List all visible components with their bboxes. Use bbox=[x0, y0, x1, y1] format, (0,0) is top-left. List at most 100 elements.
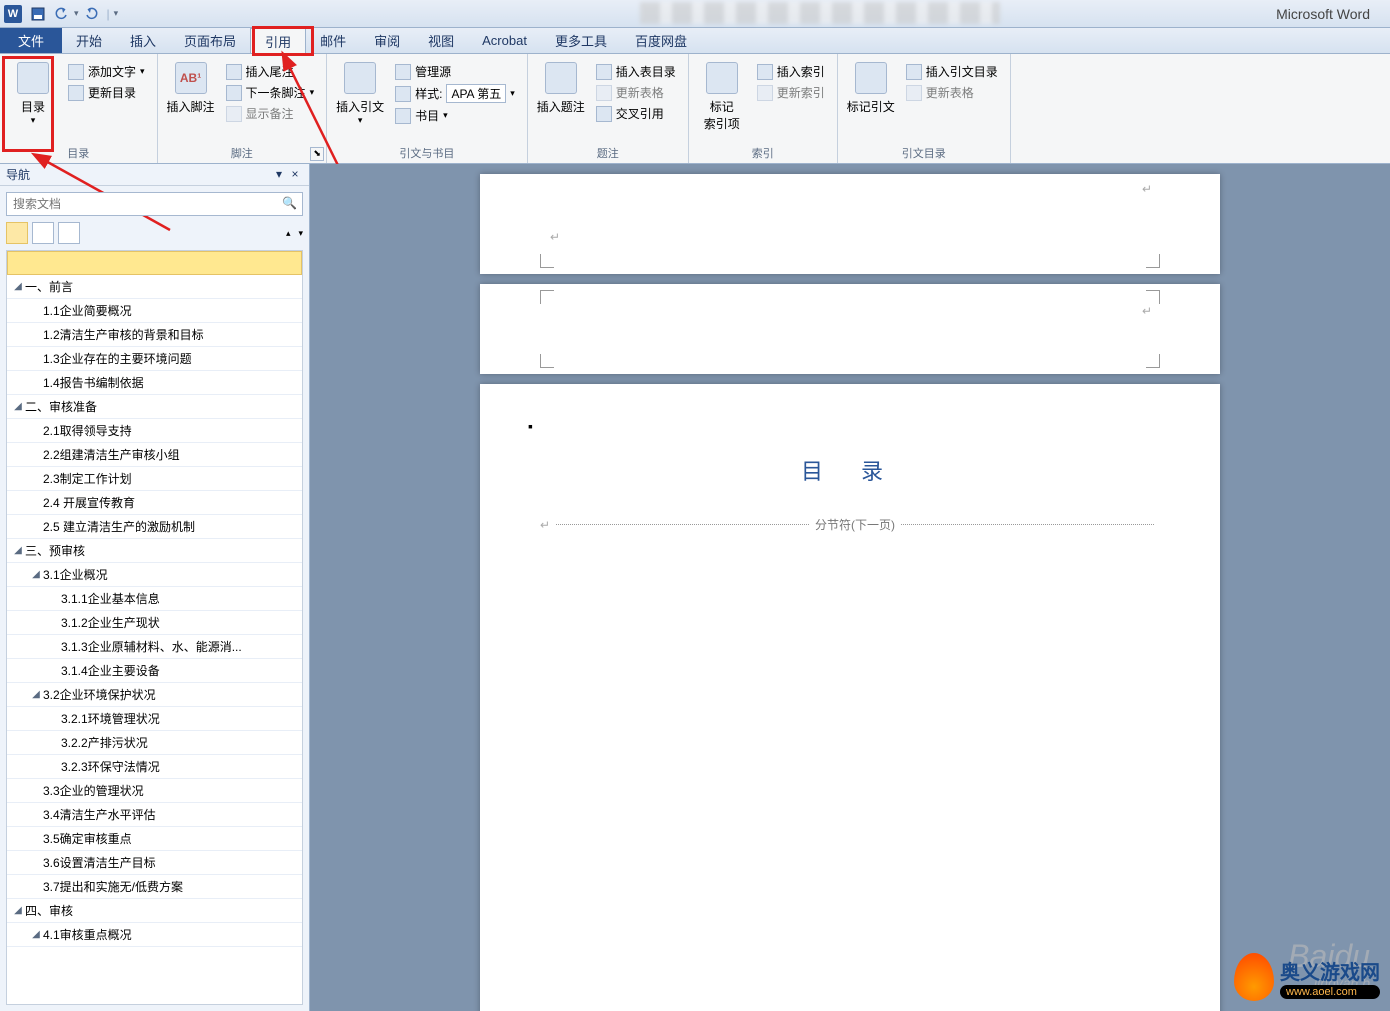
tab-acrobat[interactable]: Acrobat bbox=[468, 28, 541, 53]
twisty-icon[interactable]: ◢ bbox=[11, 401, 25, 412]
xref-icon bbox=[596, 106, 612, 122]
outline-item[interactable]: 2.3制定工作计划 bbox=[7, 467, 302, 491]
outline-item[interactable]: 3.6设置清洁生产目标 bbox=[7, 851, 302, 875]
add-text-button[interactable]: 添加文字 ▾ bbox=[64, 62, 149, 81]
outline-item-label: 3.6设置清洁生产目标 bbox=[43, 854, 156, 871]
outline-item[interactable]: ◢三、预审核 bbox=[7, 539, 302, 563]
next-footnote-button[interactable]: 下一条脚注 ▾ bbox=[222, 83, 319, 102]
tab-review[interactable]: 审阅 bbox=[360, 28, 414, 53]
nav-tab-results[interactable] bbox=[58, 222, 80, 244]
toc-icon bbox=[17, 62, 49, 94]
insert-citation-button[interactable]: 插入引文 ▾ bbox=[335, 58, 385, 145]
update-table-icon bbox=[596, 85, 612, 101]
outline-item[interactable]: ◢3.1企业概况 bbox=[7, 563, 302, 587]
tab-references[interactable]: 引用 bbox=[250, 28, 306, 53]
outline-item[interactable]: 3.2.3环保守法情况 bbox=[7, 755, 302, 779]
update-toc-icon bbox=[68, 85, 84, 101]
outline-item[interactable]: ◢4.1审核重点概况 bbox=[7, 923, 302, 947]
tab-mailings[interactable]: 邮件 bbox=[306, 28, 360, 53]
outline-item[interactable]: 2.1取得领导支持 bbox=[7, 419, 302, 443]
qat-redo-button[interactable] bbox=[80, 3, 102, 25]
insert-caption-button[interactable]: 插入题注 bbox=[536, 58, 586, 145]
outline-item[interactable]: ◢四、审核 bbox=[7, 899, 302, 923]
outline-item[interactable]: 3.1.2企业生产现状 bbox=[7, 611, 302, 635]
search-input[interactable] bbox=[6, 192, 303, 216]
add-text-icon bbox=[68, 64, 84, 80]
qat-customize-dropdown[interactable]: ▾ bbox=[114, 8, 119, 19]
update-toc-button[interactable]: 更新目录 bbox=[64, 83, 149, 102]
mark-index-entry-button[interactable]: 标记 索引项 bbox=[697, 58, 747, 145]
outline-item[interactable]: 1.2清洁生产审核的背景和目标 bbox=[7, 323, 302, 347]
outline-item[interactable]: 1.1企业简要概况 bbox=[7, 299, 302, 323]
outline-item[interactable]: 2.2组建清洁生产审核小组 bbox=[7, 443, 302, 467]
toc-label: 目录 bbox=[21, 98, 45, 115]
footnote-icon: AB¹ bbox=[175, 62, 207, 94]
group-label-authorities: 引文目录 bbox=[846, 145, 1002, 163]
outline-tree[interactable]: ◢一、前言1.1企业简要概况1.2清洁生产审核的背景和目标1.3企业存在的主要环… bbox=[6, 250, 303, 1005]
nav-collapse-up[interactable]: ▴ bbox=[286, 228, 291, 239]
paragraph-mark: ↵ bbox=[1142, 304, 1152, 318]
footnotes-dialog-launcher[interactable]: ⬊ bbox=[310, 147, 324, 161]
update-authorities-icon bbox=[906, 85, 922, 101]
outline-item[interactable]: 3.1.4企业主要设备 bbox=[7, 659, 302, 683]
tab-home[interactable]: 开始 bbox=[62, 28, 116, 53]
manage-sources-button[interactable]: 管理源 bbox=[391, 62, 519, 81]
page-prev-bottom: ↵ ↵ bbox=[480, 174, 1220, 274]
insert-index-button[interactable]: 插入索引 bbox=[753, 62, 829, 81]
outline-item[interactable]: 3.4清洁生产水平评估 bbox=[7, 803, 302, 827]
twisty-icon[interactable]: ◢ bbox=[11, 905, 25, 916]
tab-baidu[interactable]: 百度网盘 bbox=[621, 28, 701, 53]
outline-item[interactable]: 3.7提出和实施无/低费方案 bbox=[7, 875, 302, 899]
outline-item[interactable]: 3.5确定审核重点 bbox=[7, 827, 302, 851]
document-area[interactable]: ↵ ↵ ↵ ▪ 目 录 ↵分节符(下一页) Baidu jingyan.b bbox=[310, 164, 1390, 1011]
outline-item[interactable]: 2.4 开展宣传教育 bbox=[7, 491, 302, 515]
tab-more-tools[interactable]: 更多工具 bbox=[541, 28, 621, 53]
qat-save-button[interactable] bbox=[27, 3, 49, 25]
ribbon-tabs: 文件 开始 插入 页面布局 引用 邮件 审阅 视图 Acrobat 更多工具 百… bbox=[0, 28, 1390, 54]
insert-endnote-button[interactable]: 插入尾注 bbox=[222, 62, 319, 81]
outline-item[interactable]: ◢一、前言 bbox=[7, 275, 302, 299]
nav-tab-headings[interactable] bbox=[6, 222, 28, 244]
bibliography-icon bbox=[395, 108, 411, 124]
nav-pane-close-button[interactable]: × bbox=[287, 167, 303, 183]
nav-expand-down[interactable]: ▾ bbox=[298, 228, 303, 239]
toc-button[interactable]: 目录 ▾ bbox=[8, 58, 58, 145]
insert-authorities-button[interactable]: 插入引文目录 bbox=[902, 62, 1002, 81]
outline-item[interactable]: 3.1.1企业基本信息 bbox=[7, 587, 302, 611]
twisty-icon[interactable]: ◢ bbox=[11, 545, 25, 556]
outline-item[interactable]: 2.5 建立清洁生产的激励机制 bbox=[7, 515, 302, 539]
outline-item[interactable]: ◢二、审核准备 bbox=[7, 395, 302, 419]
twisty-icon[interactable]: ◢ bbox=[29, 929, 43, 940]
twisty-icon[interactable]: ◢ bbox=[29, 689, 43, 700]
twisty-icon[interactable]: ◢ bbox=[11, 281, 25, 292]
outline-item[interactable]: ◢3.2企业环境保护状况 bbox=[7, 683, 302, 707]
nav-pane-dropdown[interactable]: ▾ bbox=[271, 167, 287, 183]
nav-tab-pages[interactable] bbox=[32, 222, 54, 244]
outline-item-label: 3.1.1企业基本信息 bbox=[61, 590, 160, 607]
insert-footnote-button[interactable]: AB¹ 插入脚注 bbox=[166, 58, 216, 145]
tab-layout[interactable]: 页面布局 bbox=[170, 28, 250, 53]
page-current[interactable]: ▪ 目 录 ↵分节符(下一页) bbox=[480, 384, 1220, 1011]
qat-undo-dropdown[interactable]: ▾ bbox=[74, 8, 79, 19]
twisty-icon[interactable]: ◢ bbox=[29, 569, 43, 580]
outline-item-label: 3.2企业环境保护状况 bbox=[43, 686, 156, 703]
qat-undo-button[interactable] bbox=[51, 3, 73, 25]
search-icon[interactable]: 🔍 bbox=[282, 196, 297, 210]
mark-citation-button[interactable]: 标记引文 bbox=[846, 58, 896, 145]
outline-item[interactable]: 1.4报告书编制依据 bbox=[7, 371, 302, 395]
cross-reference-button[interactable]: 交叉引用 bbox=[592, 104, 680, 123]
outline-item[interactable]: 3.1.3企业原辅材料、水、能源消... bbox=[7, 635, 302, 659]
tab-insert[interactable]: 插入 bbox=[116, 28, 170, 53]
insert-table-figures-button[interactable]: 插入表目录 bbox=[592, 62, 680, 81]
tab-view[interactable]: 视图 bbox=[414, 28, 468, 53]
outline-current[interactable] bbox=[7, 251, 302, 275]
bibliography-button[interactable]: 书目 ▾ bbox=[391, 106, 519, 125]
outline-item[interactable]: 3.2.2产排污状况 bbox=[7, 731, 302, 755]
outline-item[interactable]: 1.3企业存在的主要环境问题 bbox=[7, 347, 302, 371]
outline-item-label: 四、审核 bbox=[25, 902, 73, 919]
citation-style-select[interactable]: 样式: APA 第五▾ bbox=[391, 83, 519, 104]
tab-file[interactable]: 文件 bbox=[0, 28, 62, 53]
site-brand: 奥义游戏网 bbox=[1280, 956, 1380, 985]
outline-item[interactable]: 3.3企业的管理状况 bbox=[7, 779, 302, 803]
outline-item[interactable]: 3.2.1环境管理状况 bbox=[7, 707, 302, 731]
